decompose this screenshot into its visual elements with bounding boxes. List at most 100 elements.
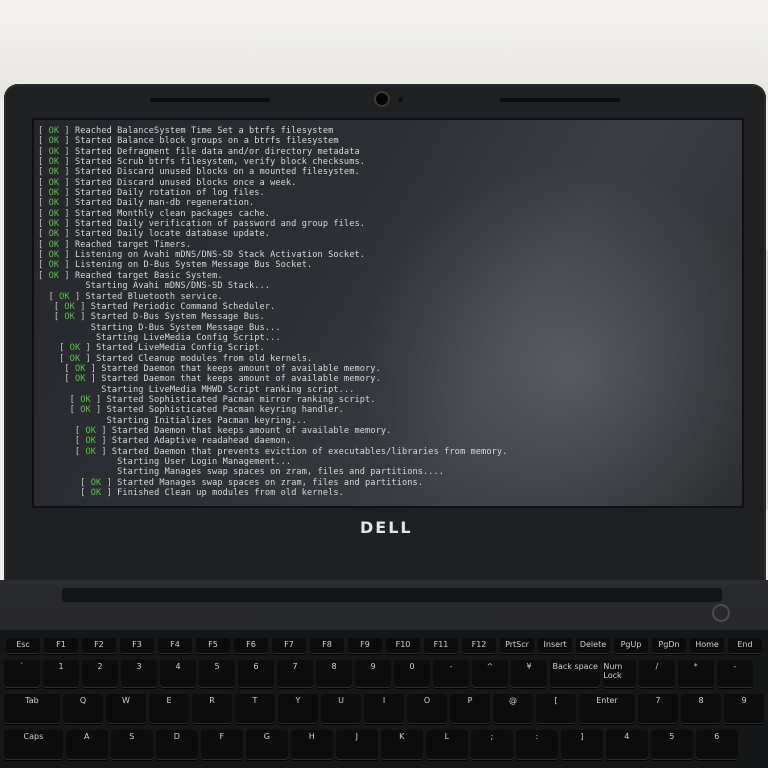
- key[interactable]: F5: [196, 638, 230, 654]
- key[interactable]: Esc: [6, 638, 40, 654]
- key[interactable]: I: [364, 694, 404, 724]
- key[interactable]: Tab: [4, 694, 60, 724]
- key[interactable]: K: [380, 730, 423, 760]
- key[interactable]: 8: [316, 660, 352, 688]
- key[interactable]: 2: [82, 660, 118, 688]
- power-button[interactable]: [712, 604, 730, 622]
- key[interactable]: 8: [681, 694, 721, 724]
- key[interactable]: F11: [424, 638, 458, 654]
- ok-status: OK: [48, 157, 60, 168]
- key[interactable]: 5: [199, 660, 235, 688]
- key[interactable]: J: [335, 730, 378, 760]
- key[interactable]: Insert: [538, 638, 572, 654]
- key[interactable]: PrtScr: [500, 638, 534, 654]
- key[interactable]: F8: [310, 638, 344, 654]
- key[interactable]: 9: [355, 660, 391, 688]
- console-line-text: Started Adaptive readahead daemon.: [111, 436, 292, 447]
- key[interactable]: /: [638, 660, 675, 688]
- key[interactable]: 9: [724, 694, 764, 724]
- key[interactable]: 1: [43, 660, 79, 688]
- key[interactable]: Back space: [550, 660, 601, 688]
- key[interactable]: G: [245, 730, 288, 760]
- console-line-text: Starting LiveMedia Config Script...: [96, 332, 281, 343]
- key[interactable]: H: [290, 730, 333, 760]
- key[interactable]: S: [110, 730, 153, 760]
- key[interactable]: 5: [650, 730, 693, 760]
- key[interactable]: R: [192, 694, 232, 724]
- key[interactable]: E: [149, 694, 189, 724]
- ok-status: OK: [90, 488, 102, 499]
- key[interactable]: F: [200, 730, 243, 760]
- key[interactable]: Num Lock: [603, 660, 636, 688]
- console-line: [ OK ] Reached target Timers.: [38, 239, 191, 250]
- console-line-text: Starting User Login Management...: [117, 457, 292, 467]
- key[interactable]: F6: [234, 638, 268, 654]
- key[interactable]: -: [716, 660, 753, 688]
- key[interactable]: Home: [690, 638, 724, 654]
- key[interactable]: PgUp: [614, 638, 648, 654]
- console-line: [ OK ] Started Daemon that keeps amount …: [64, 363, 381, 374]
- ok-status: OK: [64, 301, 75, 312]
- key[interactable]: -: [433, 660, 469, 688]
- console-line-text: Started D-Bus System Message Bus.: [90, 312, 265, 323]
- key[interactable]: `: [4, 660, 40, 688]
- key[interactable]: F1: [44, 638, 78, 654]
- key[interactable]: 4: [160, 660, 196, 688]
- ok-status: OK: [69, 353, 81, 364]
- key[interactable]: 3: [121, 660, 157, 688]
- key[interactable]: Y: [278, 694, 318, 724]
- key[interactable]: Caps: [4, 730, 63, 760]
- ok-status: OK: [48, 188, 60, 199]
- key[interactable]: End: [728, 638, 762, 654]
- key[interactable]: 7: [638, 694, 678, 724]
- brand-logo: DELL: [360, 518, 413, 537]
- key[interactable]: F4: [158, 638, 192, 654]
- key[interactable]: Delete: [576, 638, 610, 654]
- key[interactable]: [: [536, 694, 576, 724]
- key[interactable]: F7: [272, 638, 306, 654]
- console-line-text: Reached BalanceSystem Time Set a btrfs f…: [74, 126, 334, 136]
- console-line-text: Started Daily man-db regeneration.: [74, 198, 255, 209]
- key[interactable]: ¥: [511, 660, 547, 688]
- key[interactable]: F2: [82, 638, 116, 654]
- console-line-text: Starting Manages swap spaces on zram, fi…: [117, 467, 445, 478]
- key[interactable]: @: [493, 694, 533, 724]
- key[interactable]: W: [106, 694, 146, 724]
- key[interactable]: L: [425, 730, 468, 760]
- console-line-text: Listening on D-Bus System Message Bus So…: [74, 260, 313, 271]
- key[interactable]: 0: [394, 660, 430, 688]
- key[interactable]: F12: [462, 638, 496, 654]
- key[interactable]: A: [65, 730, 108, 760]
- ok-status: OK: [74, 363, 86, 374]
- key[interactable]: U: [321, 694, 361, 724]
- key[interactable]: :: [515, 730, 558, 760]
- key[interactable]: ^: [472, 660, 508, 688]
- key[interactable]: 6: [695, 730, 738, 760]
- key[interactable]: Q: [63, 694, 103, 724]
- key[interactable]: 7: [277, 660, 313, 688]
- key[interactable]: F3: [120, 638, 154, 654]
- key[interactable]: 4: [605, 730, 648, 760]
- key[interactable]: PgDn: [652, 638, 686, 654]
- key[interactable]: *: [677, 660, 714, 688]
- console-line: [ OK ] Started Sophisticated Pacman keyr…: [69, 405, 344, 416]
- console-line: Starting User Login Management...: [38, 457, 738, 467]
- console-line-text: Finished Clean up modules from old kerne…: [117, 488, 344, 499]
- key[interactable]: Enter: [579, 694, 635, 724]
- ok-status: OK: [48, 239, 60, 250]
- key[interactable]: P: [450, 694, 490, 724]
- key[interactable]: 6: [238, 660, 274, 688]
- key[interactable]: D: [155, 730, 198, 760]
- key[interactable]: O: [407, 694, 447, 724]
- console-line: [ OK ] Reached target Basic System.: [38, 270, 223, 281]
- console-line-text: Started Defragment file data and/or dire…: [74, 146, 360, 157]
- ok-status: OK: [90, 477, 102, 488]
- key[interactable]: F10: [386, 638, 420, 654]
- ok-status: OK: [48, 167, 60, 178]
- key[interactable]: F9: [348, 638, 382, 654]
- console-line: [ OK ] Started Daily locate database upd…: [38, 229, 271, 240]
- key[interactable]: T: [235, 694, 275, 724]
- key[interactable]: ]: [560, 730, 603, 760]
- console-line-text: Started Sophisticated Pacman mirror rank…: [106, 394, 376, 405]
- key[interactable]: ;: [470, 730, 513, 760]
